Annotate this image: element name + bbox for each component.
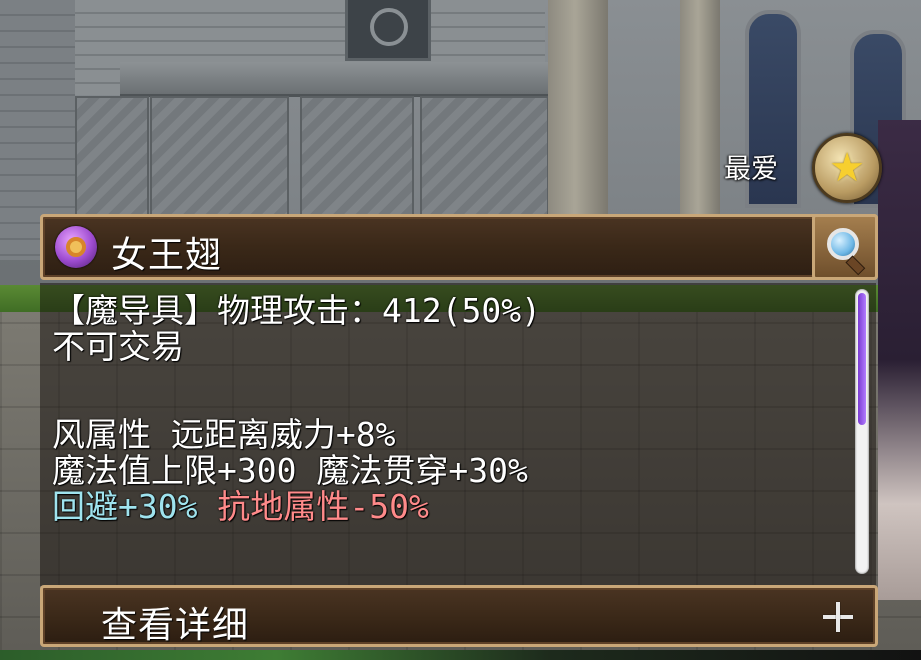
wall-panel <box>150 96 289 230</box>
resist-line: 回避+30% 抗地属性-50% <box>52 489 852 525</box>
item-header: 女王翅 <box>40 214 878 280</box>
scrollbar-thumb[interactable] <box>858 293 866 425</box>
bonus-line: 魔法值上限+300 魔法贯穿+30% <box>52 451 528 490</box>
scrollbar[interactable] <box>855 289 869 574</box>
plus-icon <box>823 602 853 632</box>
resist-stat: 抗地属性-50% <box>217 487 429 526</box>
stone-pillar <box>548 0 608 240</box>
inspect-button[interactable] <box>812 214 878 280</box>
trade-status: 不可交易 <box>52 327 184 366</box>
item-name: 女王翅 <box>111 235 223 276</box>
wall-panel <box>300 96 414 230</box>
description-text: 【魔导具】物理攻击：412(50%) 不可交易 风属性 远距离威力+8% 魔法值… <box>52 293 852 525</box>
item-description-panel[interactable]: 【魔导具】物理攻击：412(50%) 不可交易 风属性 远距离威力+8% 魔法值… <box>40 283 876 586</box>
favorite-label: 最爱 <box>724 154 778 185</box>
view-details-label: 查看详细 <box>101 605 250 646</box>
character-figure <box>878 120 921 600</box>
stone-pillar <box>680 0 720 240</box>
ornate-window <box>345 0 431 61</box>
wall-panel <box>75 96 149 230</box>
wall-panel <box>420 96 549 230</box>
magnifier-icon <box>825 227 866 276</box>
item-type-line: 【魔导具】物理攻击：412(50%) <box>52 291 541 330</box>
star-icon: ★ <box>829 145 865 191</box>
item-ring-icon <box>55 226 97 268</box>
attribute-line: 风属性 远距离威力+8% <box>52 415 396 454</box>
view-details-button[interactable]: 查看详细 <box>40 585 878 647</box>
roof-ledge <box>120 62 550 97</box>
dodge-stat: 回避+30% <box>52 487 198 526</box>
favorite-button[interactable]: ★ <box>812 133 882 203</box>
bottom-bar <box>0 650 921 660</box>
